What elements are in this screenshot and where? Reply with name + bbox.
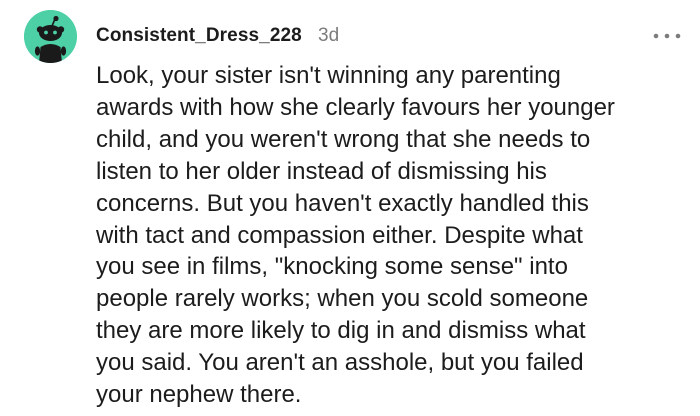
comment-body-line: concerns. But you haven't exactly handle… [96,189,589,217]
comment-body: Look, your sister isn't winning any pare… [96,60,690,411]
comment-body-line: people rarely works; when you scold some… [96,285,589,313]
avatar[interactable] [24,10,77,63]
comment-body-line: awards with how she clearly favours her … [96,93,615,121]
more-options-icon [653,33,681,39]
comment-body-line: with tact and compassion either. Despite… [96,221,583,249]
reddit-snoo-avatar-icon [24,10,77,63]
comment-author[interactable]: Consistent_Dress_228 [96,22,302,50]
comment: Consistent_Dress_228 3d Look, your siste… [0,0,700,416]
comment-body-line: your nephew there. [96,381,302,409]
comment-body-line: Look, your sister isn't winning any pare… [96,62,561,89]
comment-body-line: child, and you weren't wrong that she ne… [96,125,591,153]
more-options-button[interactable] [650,26,684,46]
comment-body-line: you said. You aren't an asshole, but you… [96,349,584,377]
comment-body-line: listen to her older instead of dismissin… [96,157,547,185]
comment-timestamp: 3d [318,25,340,46]
comment-body-line: they are more likely to dig in and dismi… [96,317,586,345]
comment-body-line: you see in films, "knocking some sense" … [96,253,568,281]
